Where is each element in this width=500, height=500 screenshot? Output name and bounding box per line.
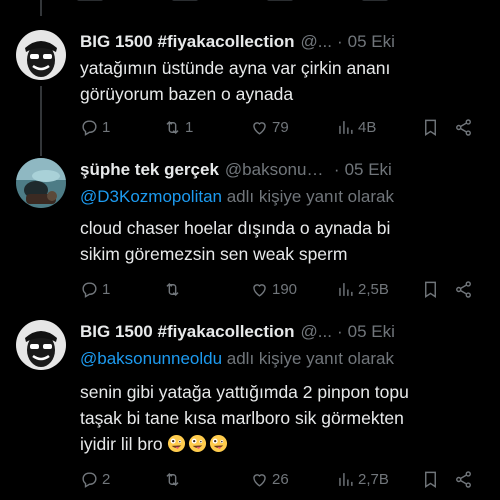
like-button[interactable]: 79 (250, 118, 289, 137)
tweet-header: BIG 1500 #fiyakacollection @... · 05 Eki (80, 320, 484, 344)
tweet-date[interactable]: 05 Eki (345, 160, 392, 180)
user-handle[interactable]: @baksonunn... (225, 160, 329, 180)
tweet-text: yatağımın üstünde ayna var çirkin ananı … (80, 55, 476, 107)
separator-dot: · (336, 322, 343, 341)
avatar[interactable] (16, 30, 66, 80)
separator-dot: · (336, 32, 343, 51)
repost-button[interactable] (163, 280, 185, 299)
tweet-text-line-with-emoji: iyidir lil bro (80, 431, 476, 457)
tweet-date[interactable]: 05 Eki (348, 322, 395, 342)
views-button[interactable]: 4B (336, 118, 376, 137)
zany-face-emoji-icon (209, 434, 227, 453)
thread-line (40, 0, 42, 16)
tweet-text-line: cloud chaser hoelar dışında o aynada bi (80, 218, 391, 238)
like-button[interactable]: 26 (250, 470, 289, 489)
share-button[interactable] (454, 118, 473, 137)
display-name[interactable]: BIG 1500 #fiyakacollection (80, 322, 295, 342)
tweet-text-line: senin gibi yatağa yattığımda 2 pinpon to… (80, 382, 409, 402)
reply-context-label: adlı kişiye yanıt olarak (222, 349, 395, 368)
bookmark-icon (425, 471, 436, 488)
reply-mention-link[interactable]: @baksonunneoldu (80, 349, 222, 368)
reply-context-label: adlı kişiye yanıt olarak (222, 187, 394, 206)
analytics-icon (339, 121, 353, 134)
previous-tweet-stub (0, 0, 500, 16)
reply-count: 2 (102, 471, 111, 488)
reply-icon (82, 282, 97, 298)
zany-face-emoji-icon (188, 434, 206, 453)
emoji-group (167, 434, 228, 453)
reply-icon (82, 472, 97, 488)
reply-button[interactable]: 1 (80, 280, 110, 299)
tweet-text-line: görüyorum bazen o aynada (80, 84, 294, 104)
repost-icon (166, 120, 179, 135)
reply-mention-link[interactable]: @D3Kozmopolitan (80, 187, 222, 206)
bookmark-button[interactable] (421, 470, 440, 489)
tweet-header: BIG 1500 #fiyakacollection @... · 05 Eki (80, 30, 484, 54)
previous-tweet-actions (77, 0, 457, 4)
tweet-text-line: sikim göremezsin sen weak sperm (80, 244, 348, 264)
avatar[interactable] (16, 320, 66, 370)
like-button[interactable]: 190 (250, 280, 297, 299)
tweet-text-line: taşak bi tane kısa marlboro sik görmekte… (80, 408, 404, 428)
tweet-actions: 1 190 2,5B (80, 280, 484, 302)
reply-button[interactable]: 2 (80, 470, 110, 489)
heart-icon (253, 284, 266, 297)
bookmark-button[interactable] (421, 280, 440, 299)
user-handle[interactable]: @... (301, 32, 332, 52)
repost-count: 1 (185, 119, 194, 136)
like-count: 79 (272, 119, 289, 136)
share-button[interactable] (454, 280, 473, 299)
tweet-text-line: yatağımın üstünde ayna var çirkin ananı (80, 58, 391, 78)
reply-count: 1 (102, 119, 111, 136)
tweet-text: senin gibi yatağa yattığımda 2 pinpon to… (80, 379, 476, 457)
view-count: 2,7B (358, 471, 389, 488)
share-icon (456, 471, 471, 488)
view-count: 4B (358, 119, 377, 136)
analytics-icon (339, 283, 353, 296)
tweet-text-line: iyidir lil bro (80, 434, 163, 454)
view-count: 2,5B (358, 281, 389, 298)
repost-button[interactable]: 1 (163, 118, 193, 137)
views-button[interactable]: 2,5B (336, 280, 389, 299)
repost-icon (166, 282, 179, 297)
reply-context: @D3Kozmopolitan adlı kişiye yanıt olarak (80, 187, 484, 207)
tweet-text: cloud chaser hoelar dışında o aynada bi … (80, 215, 476, 267)
bookmark-icon (425, 281, 436, 298)
views-button[interactable]: 2,7B (336, 470, 389, 489)
display-name[interactable]: şüphe tek gerçek (80, 160, 219, 180)
share-icon (456, 119, 471, 136)
reply-context: @baksonunneoldu adlı kişiye yanıt olarak (80, 349, 484, 369)
heart-icon (253, 122, 266, 135)
display-name[interactable]: BIG 1500 #fiyakacollection (80, 32, 295, 52)
repost-button[interactable] (163, 470, 185, 489)
zany-face-emoji-icon (167, 434, 185, 453)
reply-icon (82, 120, 97, 136)
share-button[interactable] (454, 470, 473, 489)
like-count: 26 (272, 471, 289, 488)
reply-count: 1 (102, 281, 111, 298)
tweet-actions: 2 26 2,7B (80, 470, 484, 492)
user-handle[interactable]: @... (301, 322, 332, 342)
heart-icon (253, 474, 266, 487)
bookmark-button[interactable] (421, 118, 440, 137)
tweet-actions: 1 1 79 4B (80, 118, 484, 140)
avatar[interactable] (16, 158, 66, 208)
bookmark-icon (425, 119, 436, 136)
tweet-date[interactable]: 05 Eki (348, 32, 395, 52)
separator-dot: · (333, 160, 340, 179)
tweet-header: şüphe tek gerçek @baksonunn... · 05 Eki (80, 158, 484, 182)
share-icon (456, 281, 471, 298)
analytics-icon (339, 473, 353, 486)
like-count: 190 (272, 281, 298, 298)
repost-icon (166, 472, 179, 487)
thread-line (40, 86, 42, 156)
reply-button[interactable]: 1 (80, 118, 110, 137)
